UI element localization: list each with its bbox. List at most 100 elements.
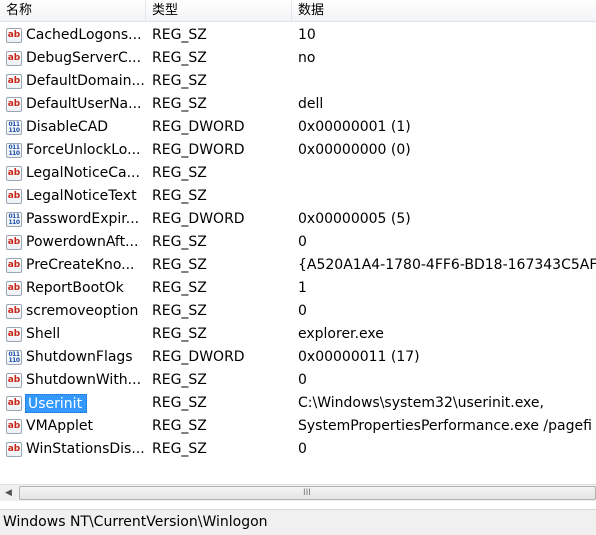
scroll-thumb[interactable]: III: [19, 486, 596, 500]
dword-value-icon: 011 110: [6, 350, 22, 365]
value-name: VMApplet: [26, 418, 93, 434]
string-value-icon: ab: [6, 396, 22, 411]
column-header-type[interactable]: 类型: [146, 0, 292, 22]
list-item[interactable]: ab Shell REG_SZ explorer.exe: [0, 323, 596, 346]
value-type: REG_SZ: [152, 326, 207, 342]
value-data: 0: [298, 303, 307, 319]
value-data: explorer.exe: [298, 326, 384, 342]
list-item[interactable]: 011 110 PasswordExpir... REG_DWORD 0x0000000…: [0, 208, 596, 231]
value-name: ReportBootOk: [26, 280, 124, 296]
value-data: SystemPropertiesPerformance.exe /pagefi: [298, 418, 592, 434]
value-name: Shell: [26, 326, 61, 342]
value-type: REG_SZ: [152, 441, 207, 457]
string-value-icon: ab: [6, 327, 22, 342]
value-type: REG_SZ: [152, 418, 207, 434]
value-data: no: [298, 50, 316, 66]
string-value-icon: ab: [6, 235, 22, 250]
value-data: dell: [298, 96, 324, 112]
value-name: DefaultUserNa...: [26, 96, 142, 112]
value-name: WinStationsDis...: [26, 441, 145, 457]
value-name: CachedLogons...: [26, 27, 142, 43]
list-item[interactable]: ab PowerdownAft... REG_SZ 0: [0, 231, 596, 254]
horizontal-scrollbar[interactable]: ◀ III: [0, 484, 596, 501]
value-name: DisableCAD: [26, 119, 109, 135]
value-data: 0: [298, 372, 307, 388]
list-item[interactable]: ab PreCreateKno... REG_SZ {A520A1A4-1780-4F…: [0, 254, 596, 277]
list-item[interactable]: ab CachedLogons... REG_SZ 10: [0, 24, 596, 47]
list-item[interactable]: ab VMApplet REG_SZ SystemPropertiesPerforma…: [0, 415, 596, 438]
value-type: REG_SZ: [152, 372, 207, 388]
list-item[interactable]: 011 110 ShutdownFlags REG_DWORD 0x00000011 (…: [0, 346, 596, 369]
value-type: REG_SZ: [152, 73, 207, 89]
string-value-icon: ab: [6, 189, 22, 204]
list-item[interactable]: ab ReportBootOk REG_SZ 1: [0, 277, 596, 300]
value-type: REG_DWORD: [152, 211, 245, 227]
value-type: REG_SZ: [152, 257, 207, 273]
value-data: 0x00000001 (1): [298, 119, 411, 135]
list-item[interactable]: ab Userinit REG_SZ C:\Windows\system32\user…: [0, 392, 596, 415]
value-name: scremoveoption: [26, 303, 139, 319]
value-data: 0x00000011 (17): [298, 349, 420, 365]
registry-value-list: ab CachedLogons... REG_SZ 10 ab DebugServerC.…: [0, 24, 596, 461]
value-type: REG_SZ: [152, 280, 207, 296]
value-data: 1: [298, 280, 307, 296]
list-item[interactable]: ab DefaultUserNa... REG_SZ dell: [0, 93, 596, 116]
list-item[interactable]: ab WinStationsDis... REG_SZ 0: [0, 438, 596, 461]
value-type: REG_SZ: [152, 395, 207, 411]
list-item[interactable]: 011 110 ForceUnlockLo... REG_DWORD 0x0000000…: [0, 139, 596, 162]
value-type: REG_DWORD: [152, 142, 245, 158]
value-type: REG_SZ: [152, 165, 207, 181]
value-data: 0x00000005 (5): [298, 211, 411, 227]
list-item[interactable]: 011 110 DisableCAD REG_DWORD 0x00000001 (1): [0, 116, 596, 139]
value-name: ShutdownFlags: [26, 349, 133, 365]
value-name: DebugServerC...: [26, 50, 142, 66]
list-item[interactable]: ab DefaultDomain... REG_SZ: [0, 70, 596, 93]
value-type: REG_DWORD: [152, 119, 245, 135]
scroll-grip-icon: III: [303, 488, 311, 498]
column-header: 名称 类型 数据: [0, 0, 596, 22]
value-name: ForceUnlockLo...: [26, 142, 141, 158]
value-type: REG_DWORD: [152, 349, 245, 365]
string-value-icon: ab: [6, 166, 22, 181]
value-name: PreCreateKno...: [26, 257, 135, 273]
status-bar: Windows NT\CurrentVersion\Winlogon: [0, 509, 596, 535]
column-header-data[interactable]: 数据: [292, 0, 596, 22]
dword-value-icon: 011 110: [6, 212, 22, 227]
list-item[interactable]: ab scremoveoption REG_SZ 0: [0, 300, 596, 323]
value-type: REG_SZ: [152, 50, 207, 66]
value-name: LegalNoticeCa...: [26, 165, 140, 181]
value-type: REG_SZ: [152, 96, 207, 112]
value-data: 0: [298, 441, 307, 457]
string-value-icon: ab: [6, 442, 22, 457]
value-type: REG_SZ: [152, 188, 207, 204]
string-value-icon: ab: [6, 419, 22, 434]
value-name: DefaultDomain...: [26, 73, 145, 89]
value-data: {A520A1A4-1780-4FF6-BD18-167343C5AF: [298, 257, 596, 273]
value-data: 10: [298, 27, 316, 43]
registry-path: Windows NT\CurrentVersion\Winlogon: [3, 514, 268, 530]
string-value-icon: ab: [6, 74, 22, 89]
value-data: 0x00000000 (0): [298, 142, 411, 158]
dword-value-icon: 011 110: [6, 120, 22, 135]
value-name: LegalNoticeText: [26, 188, 137, 204]
list-item[interactable]: ab ShutdownWith... REG_SZ 0: [0, 369, 596, 392]
value-name: Userinit: [25, 394, 88, 413]
string-value-icon: ab: [6, 28, 22, 43]
list-item[interactable]: ab DebugServerC... REG_SZ no: [0, 47, 596, 70]
value-data: C:\Windows\system32\userinit.exe,: [298, 395, 544, 411]
value-name: PowerdownAft...: [26, 234, 139, 250]
value-type: REG_SZ: [152, 303, 207, 319]
string-value-icon: ab: [6, 51, 22, 66]
string-value-icon: ab: [6, 373, 22, 388]
value-name: ShutdownWith...: [26, 372, 142, 388]
dword-value-icon: 011 110: [6, 143, 22, 158]
column-header-name[interactable]: 名称: [0, 0, 146, 22]
list-item[interactable]: ab LegalNoticeCa... REG_SZ: [0, 162, 596, 185]
scroll-left-arrow-icon[interactable]: ◀: [0, 485, 17, 501]
value-type: REG_SZ: [152, 27, 207, 43]
value-name: PasswordExpir...: [26, 211, 140, 227]
list-item[interactable]: ab LegalNoticeText REG_SZ: [0, 185, 596, 208]
string-value-icon: ab: [6, 258, 22, 273]
value-type: REG_SZ: [152, 234, 207, 250]
value-data: 0: [298, 234, 307, 250]
